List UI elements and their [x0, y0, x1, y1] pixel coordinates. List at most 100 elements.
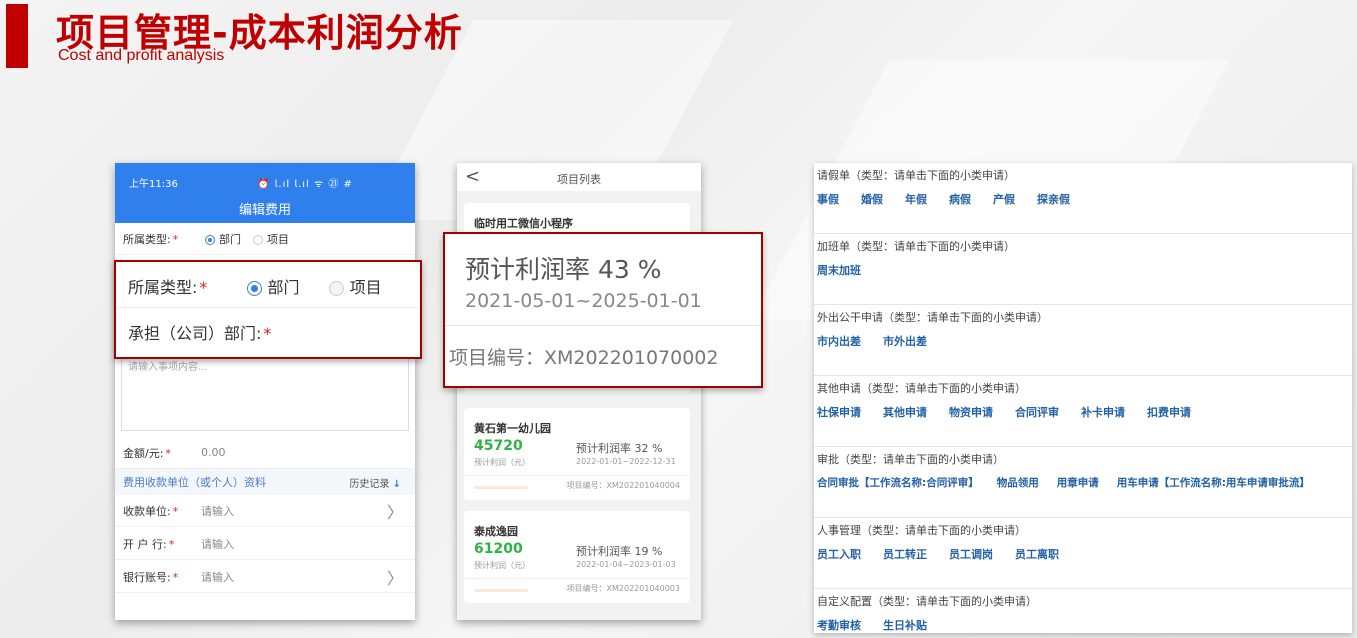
group-items: 周末加班: [817, 262, 883, 278]
request-link[interactable]: 物资申请: [949, 406, 993, 419]
request-link[interactable]: 探亲假: [1037, 193, 1070, 206]
request-link[interactable]: 产假: [993, 193, 1015, 206]
zoom-dept-label: 部门: [267, 278, 300, 297]
project-card[interactable]: 黄石第一幼儿园 45720 预计利润（元） 预计利润率 32 % 2022-01…: [464, 408, 690, 500]
zoom-dates: 2021-05-01~2025-01-01: [465, 290, 702, 312]
divider: [464, 475, 690, 476]
account-row[interactable]: 银行账号: * 请输入 〉: [115, 561, 415, 593]
card-rate: 预计利润率 19 %: [576, 545, 663, 558]
request-link[interactable]: 其他申请: [883, 406, 927, 419]
request-link[interactable]: 病假: [949, 193, 971, 206]
group-title: 自定义配置（类型：请单击下面的小类申请）: [817, 595, 1037, 608]
group-items: 考勤审核 生日补贴: [817, 617, 949, 633]
request-link[interactable]: 员工调岗: [949, 548, 993, 561]
request-link[interactable]: 市内出差: [817, 335, 861, 348]
request-link[interactable]: 员工转正: [883, 548, 927, 561]
card-rate: 预计利润率 32 %: [576, 442, 663, 455]
request-link[interactable]: 员工离职: [1015, 548, 1059, 561]
request-link[interactable]: 扣费申请: [1147, 406, 1191, 419]
arrow-down-icon: ↓: [392, 478, 401, 490]
request-link[interactable]: 物品领用: [997, 477, 1039, 489]
request-link[interactable]: 员工入职: [817, 548, 861, 561]
required-mark: *: [263, 324, 272, 343]
history-button[interactable]: 历史记录 ↓: [349, 475, 401, 490]
request-link[interactable]: 考勤审核: [817, 619, 861, 632]
card-profit: 45720: [474, 438, 523, 454]
card-dates: 2022-01-04~2023-01-03: [576, 560, 676, 569]
zoom-rate: 预计利润率 43 %: [465, 255, 662, 284]
request-group: 请假单（类型：请单击下面的小类申请） 事假 婚假 年假 病假 产假 探亲假: [814, 163, 1352, 234]
request-link[interactable]: 事假: [817, 193, 839, 206]
divider: [464, 578, 690, 579]
divider: [116, 307, 420, 308]
zoom-callout-card: 预计利润率 43 % 2021-05-01~2025-01-01 项目编号：XM…: [443, 232, 763, 388]
account-label: 银行账号:: [123, 570, 171, 584]
zoom-bearer-label: 承担（公司）部门:: [128, 324, 262, 343]
group-items: 员工入职 员工转正 员工调岗 员工离职: [817, 546, 1081, 562]
group-items: 市内出差 市外出差: [817, 333, 949, 349]
group-items: 合同审批【工作流名称:合同评审】 物品领用 用章申请 用车申请【工作流名称:用车申请审…: [817, 475, 1310, 490]
account-input[interactable]: 请输入: [201, 569, 234, 585]
card-dates: 2022-01-01~2022-12-31: [576, 457, 676, 466]
radio-dept[interactable]: 部门: [205, 231, 241, 247]
request-link[interactable]: 用车申请【工作流名称:用车申请审批流】: [1117, 477, 1310, 489]
zoom-category-row: 所属类型: * 部门 项目: [128, 274, 382, 298]
textarea-placeholder: 请输入事项内容...: [128, 362, 208, 373]
radio-selected-icon: [205, 234, 215, 245]
radio-selected-icon: [246, 281, 262, 296]
payee-label: 收款单位:: [123, 504, 171, 518]
zoom-radio-project[interactable]: 项目: [328, 278, 382, 297]
required-mark: *: [172, 232, 179, 246]
edit-expense-screen: 上午11:36 ⏰ 𝗅.ıl 𝗅.ıl ᯤ ㉑ # 编辑费用 所属类型: * 部门…: [115, 163, 415, 620]
group-items: 社保申请 其他申请 物资申请 合同评审 补卡申请 扣费申请: [817, 404, 1213, 420]
amount-input[interactable]: 0.00: [201, 446, 226, 459]
request-link[interactable]: 用章申请: [1057, 477, 1099, 489]
request-link[interactable]: 社保申请: [817, 406, 861, 419]
zoom-category-label: 所属类型:: [128, 278, 198, 297]
zoom-radio-dept[interactable]: 部门: [246, 278, 300, 297]
category-label: 所属类型:: [123, 232, 171, 246]
zoom-callout-form: 所属类型: * 部门 项目 承担（公司）部门: *: [114, 260, 422, 359]
request-group: 加班单（类型：请单击下面的小类申请） 周末加班: [814, 234, 1352, 305]
bank-row: 开 户 行: * 请输入: [115, 528, 415, 560]
payee-row[interactable]: 收款单位: * 请输入 〉: [115, 495, 415, 527]
request-link[interactable]: 生日补贴: [883, 619, 927, 632]
request-link[interactable]: 年假: [905, 193, 927, 206]
chevron-right-icon[interactable]: 〉: [387, 565, 403, 589]
radio-dept-label: 部门: [219, 232, 241, 246]
request-categories-panel: 请假单（类型：请单击下面的小类申请） 事假 婚假 年假 病假 产假 探亲假 加班单（类型：…: [814, 163, 1352, 633]
request-group: 外出公干申请（类型：请单击下面的小类申请） 市内出差 市外出差: [814, 305, 1352, 376]
title-accent-bar: [6, 4, 28, 68]
list-header: < 项目列表: [457, 163, 701, 191]
project-card[interactable]: 泰成逸园 61200 预计利润（元） 预计利润率 19 % 2022-01-04…: [464, 511, 690, 603]
page-subtitle: Cost and profit analysis: [58, 47, 225, 64]
request-link[interactable]: 补卡申请: [1081, 406, 1125, 419]
request-group: 其他申请（类型：请单击下面的小类申请） 社保申请 其他申请 物资申请 合同评审 补卡申请…: [814, 376, 1352, 447]
card-profit-label: 预计利润（元）: [474, 561, 530, 570]
request-group: 自定义配置（类型：请单击下面的小类申请） 考勤审核 生日补贴: [814, 589, 1352, 633]
request-link[interactable]: 合同评审: [1015, 406, 1059, 419]
list-title: 项目列表: [557, 173, 601, 186]
request-link[interactable]: 周末加班: [817, 264, 861, 277]
group-title: 外出公干申请（类型：请单击下面的小类申请）: [817, 311, 1048, 324]
bank-label: 开 户 行:: [123, 537, 167, 551]
group-items: 事假 婚假 年假 病假 产假 探亲假: [817, 191, 1092, 207]
card-name: 泰成逸园: [474, 525, 518, 538]
request-link[interactable]: 婚假: [861, 193, 883, 206]
request-link[interactable]: 市外出差: [883, 335, 927, 348]
description-textarea[interactable]: 请输入事项内容...: [121, 351, 409, 431]
status-time: 上午11:36: [129, 179, 178, 190]
bank-input[interactable]: 请输入: [201, 536, 234, 552]
payee-input[interactable]: 请输入: [201, 503, 234, 519]
request-group: 人事管理（类型：请单击下面的小类申请） 员工入职 员工转正 员工调岗 员工离职: [814, 518, 1352, 589]
chevron-right-icon[interactable]: 〉: [387, 499, 403, 523]
request-link[interactable]: 合同审批【工作流名称:合同评审】: [817, 477, 979, 489]
screen-title: 编辑费用: [238, 203, 291, 218]
section-title: 费用收款单位（或个人）资料: [123, 476, 266, 489]
required-mark: *: [168, 537, 175, 551]
payee-section-header: 费用收款单位（或个人）资料 历史记录 ↓: [115, 469, 415, 495]
card-code: 项目编号：XM202201040003: [566, 584, 680, 593]
radio-unselected-icon: [253, 234, 263, 245]
radio-project[interactable]: 项目: [253, 231, 289, 247]
required-mark: *: [165, 446, 171, 460]
